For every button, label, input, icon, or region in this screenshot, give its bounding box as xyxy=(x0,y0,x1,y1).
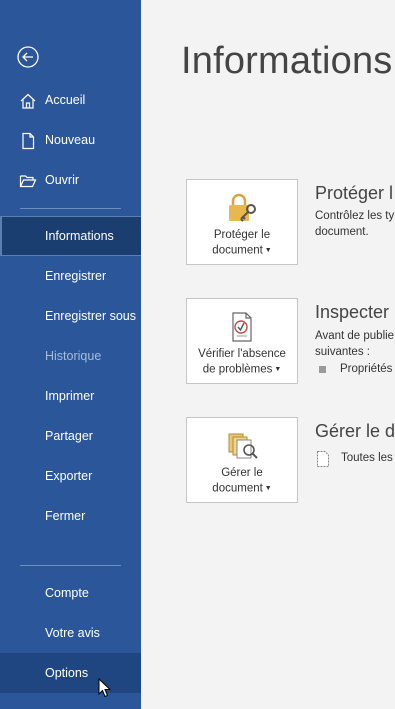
nav-item-label: Votre avis xyxy=(45,626,100,640)
nav-item-label: Informations xyxy=(45,229,114,243)
nav-item-label: Compte xyxy=(45,586,89,600)
card-label: Gérer le document ▼ xyxy=(212,467,272,495)
document-icon xyxy=(317,451,329,467)
nav-item-informations[interactable]: Informations xyxy=(0,216,141,256)
chevron-down-icon: ▼ xyxy=(262,485,272,492)
card-label: Vérifier l'absence de problèmes ▼ xyxy=(198,348,286,376)
nav-item-label: Historique xyxy=(45,349,102,363)
nav-item-ouvrir[interactable]: Ouvrir xyxy=(0,160,141,200)
nav-divider xyxy=(20,208,121,209)
nav-mid-group: Informations Enregistrer Enregistrer sou… xyxy=(0,216,141,536)
inspect-description: Avant de publie suivantes : xyxy=(315,330,395,358)
protect-heading: Protéger l xyxy=(315,183,394,203)
nav-item-partager[interactable]: Partager xyxy=(0,416,141,456)
nav-item-label: Imprimer xyxy=(45,389,95,403)
card-label: Protéger le document ▼ xyxy=(212,229,272,257)
nav-item-historique: Historique xyxy=(0,336,141,376)
nav-item-label: Partager xyxy=(45,429,93,443)
bullet-icon xyxy=(319,366,326,373)
manage-document-button[interactable]: Gérer le document ▼ xyxy=(186,417,298,503)
inspect-heading: Inspecter xyxy=(315,302,390,322)
home-icon xyxy=(20,93,36,109)
back-arrow-icon xyxy=(17,46,39,68)
nav-item-enregistrer[interactable]: Enregistrer xyxy=(0,256,141,296)
nav-item-exporter[interactable]: Exporter xyxy=(0,456,141,496)
check-issues-button[interactable]: Vérifier l'absence de problèmes ▼ xyxy=(186,298,298,384)
back-button[interactable] xyxy=(16,45,40,69)
nav-item-accueil[interactable]: Accueil xyxy=(0,80,141,120)
nav-item-votre-avis[interactable]: Votre avis xyxy=(0,613,141,653)
nav-item-label: Ouvrir xyxy=(45,173,80,187)
nav-divider xyxy=(20,565,121,566)
nav-item-label: Exporter xyxy=(45,469,93,483)
lock-key-icon xyxy=(229,193,256,222)
mouse-cursor-icon xyxy=(98,678,112,698)
nav-bottom-group: Compte Votre avis Options xyxy=(0,573,141,693)
nav-item-enregistrer-sous[interactable]: Enregistrer sous xyxy=(0,296,141,336)
nav-item-nouveau[interactable]: Nouveau xyxy=(0,120,141,160)
nav-item-label: Accueil xyxy=(45,93,86,107)
nav-item-fermer[interactable]: Fermer xyxy=(0,496,141,536)
nav-item-label: Enregistrer xyxy=(45,269,107,283)
new-document-icon xyxy=(22,132,35,150)
backstage-sidebar: Accueil Nouveau Ouvrir Informations Enre… xyxy=(0,0,141,709)
nav-item-label: Options xyxy=(45,666,89,680)
nav-item-label: Enregistrer sous xyxy=(45,309,137,323)
page-title: Informations xyxy=(181,40,393,82)
nav-top-group: Accueil Nouveau Ouvrir xyxy=(0,80,141,200)
chevron-down-icon: ▼ xyxy=(262,247,272,254)
info-panel: Informations Protéger le document ▼ Prot… xyxy=(141,0,395,709)
protect-description: Contrôlez les ty document. xyxy=(315,210,395,238)
nav-item-label: Nouveau xyxy=(45,133,96,147)
nav-item-options[interactable]: Options xyxy=(0,653,141,693)
manage-document-icon xyxy=(228,433,258,459)
chevron-down-icon: ▼ xyxy=(272,366,282,373)
inspect-properties-item: Propriétés xyxy=(340,363,393,375)
nav-item-imprimer[interactable]: Imprimer xyxy=(0,376,141,416)
inspect-document-icon xyxy=(232,312,252,342)
protect-document-button[interactable]: Protéger le document ▼ xyxy=(186,179,298,265)
open-folder-icon xyxy=(19,175,37,188)
nav-item-label: Fermer xyxy=(45,509,86,523)
manage-heading: Gérer le d xyxy=(315,421,395,441)
manage-all-versions-item: Toutes les xyxy=(341,452,393,464)
nav-item-compte[interactable]: Compte xyxy=(0,573,141,613)
